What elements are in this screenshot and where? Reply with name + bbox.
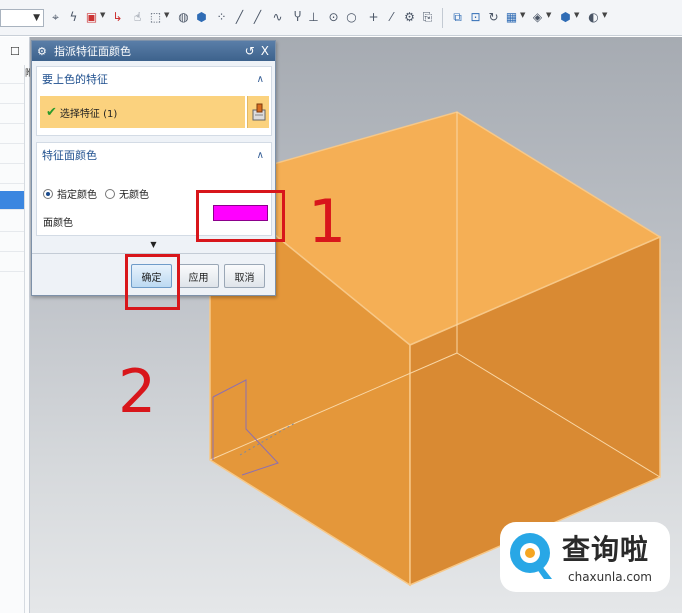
rotate-icon[interactable]: ↻ — [486, 9, 501, 25]
annotation-box-2 — [125, 254, 180, 310]
navigator-row[interactable] — [0, 213, 24, 232]
lasso-icon[interactable]: ϟ — [66, 9, 81, 25]
selection-filter-dropdown[interactable]: ▼ — [0, 9, 44, 27]
main-toolbar: ▼ ⌖ ϟ ▣ ▼ ↳ ☝ ⬚ ▼ ◍ ⬢ ⁘ ╱ ╱ ∿ Ⴤ ⊥ ⊙ ○ + … — [0, 0, 682, 36]
watermark-logo-icon — [510, 533, 552, 579]
dropdown-icon[interactable]: ▼ — [164, 11, 169, 19]
annotation-number-1: 1 — [308, 187, 347, 257]
specify-color-radio[interactable] — [43, 188, 53, 199]
circle2-icon[interactable]: ○ — [344, 9, 359, 25]
dialog-title-bar[interactable]: ⚙ 指派特征面颜色 ↺ X — [32, 41, 275, 61]
scatter-icon[interactable]: ⁘ — [214, 9, 229, 25]
gear-icon[interactable]: ⚙ — [402, 9, 417, 25]
specify-color-label: 指定颜色 — [57, 190, 97, 201]
cube-icon[interactable]: ⬢ — [194, 9, 209, 25]
circle-icon[interactable]: ⊙ — [326, 9, 341, 25]
fit-view-icon[interactable]: ⧉ — [450, 9, 465, 25]
annotation-box-1 — [196, 190, 285, 242]
section-title: 特征面颜色 — [42, 149, 97, 162]
face-color-label: 面颜色 — [43, 218, 73, 229]
navigator-row[interactable] — [0, 125, 24, 144]
dialog-title: 指派特征面颜色 — [54, 45, 131, 58]
navigator-row[interactable] — [0, 145, 24, 164]
dropdown-icon[interactable]: ▼ — [520, 11, 525, 19]
line-icon[interactable]: ╱ — [232, 9, 247, 25]
render-icon[interactable]: ◈ — [530, 9, 545, 25]
axis-icon[interactable]: ⊥ — [306, 9, 321, 25]
snap-icon[interactable]: ⌖ — [48, 9, 63, 25]
no-color-radio[interactable] — [105, 188, 115, 199]
rect-select-icon[interactable]: ⬚ — [148, 9, 163, 25]
navigator-row[interactable] — [0, 165, 24, 184]
gear-icon[interactable]: ⚙ — [37, 45, 49, 58]
dropdown-icon[interactable]: ▼ — [546, 11, 551, 19]
no-color-label: 无颜色 — [119, 190, 149, 201]
cancel-button[interactable]: 取消 — [224, 264, 265, 288]
curve-icon[interactable]: ∿ — [270, 9, 285, 25]
transform-icon[interactable]: ↳ — [110, 9, 125, 25]
section-title: 要上色的特征 — [42, 73, 108, 86]
features-to-color-section: 要上色的特征 ∧ ✔ 选择特征 (1) — [36, 66, 272, 136]
slash-icon[interactable]: ⁄ — [384, 9, 399, 25]
cursor-icon[interactable]: ☝ — [130, 9, 145, 25]
part-navigator-strip: ☐ 附 — [0, 37, 34, 613]
apply-button[interactable]: 应用 — [178, 264, 219, 288]
chevron-down-icon: ▼ — [33, 13, 40, 23]
color-mode-radio-group: 指定颜色 无颜色 — [43, 186, 149, 201]
navigator-row-selected[interactable] — [0, 191, 24, 210]
select-feature-row[interactable]: ✔ 选择特征 (1) — [40, 96, 245, 128]
doc-icon[interactable]: ⎘ — [420, 9, 435, 25]
navigator-row[interactable] — [0, 65, 24, 84]
select-box-icon[interactable]: ▣ — [84, 9, 99, 25]
plus-icon[interactable]: + — [366, 9, 381, 25]
layer-icon[interactable]: ▦ — [504, 9, 519, 25]
dropdown-icon[interactable]: ▼ — [100, 11, 105, 19]
watermark-url: chaxunla.com — [568, 570, 652, 584]
panel-toggle-icon[interactable]: ☐ — [10, 45, 20, 58]
navigator-row[interactable] — [0, 105, 24, 124]
point-icon[interactable]: Ⴤ — [290, 9, 305, 25]
more-options-icon[interactable]: ▼ — [32, 240, 275, 254]
reset-icon[interactable]: ↺ — [245, 44, 255, 58]
select-feature-label: 选择特征 (1) — [59, 108, 118, 120]
section-header[interactable]: 要上色的特征 ∧ — [37, 67, 271, 91]
feature-icon — [252, 103, 265, 121]
dropdown-icon[interactable]: ▼ — [602, 11, 607, 19]
watermark: 查询啦 chaxunla.com — [500, 522, 670, 592]
collapse-icon[interactable]: ∧ — [257, 74, 264, 85]
checkmark-icon: ✔ — [46, 104, 57, 120]
shaded-cube-icon[interactable]: ⬢ — [558, 9, 573, 25]
feature-select-button[interactable] — [247, 96, 269, 128]
toolbar-separator — [442, 8, 443, 28]
navigator-row[interactable] — [0, 85, 24, 104]
section-header[interactable]: 特征面颜色 ∧ — [37, 143, 271, 167]
dropdown-icon[interactable]: ▼ — [574, 11, 579, 19]
visibility-icon[interactable]: ◐ — [586, 9, 601, 25]
sphere-icon[interactable]: ◍ — [176, 9, 191, 25]
annotation-number-2: 2 — [118, 357, 157, 427]
line2-icon[interactable]: ╱ — [250, 9, 265, 25]
watermark-title: 查询啦 — [562, 533, 650, 566]
navigator-row[interactable] — [0, 233, 24, 252]
collapse-icon[interactable]: ∧ — [257, 150, 264, 161]
zoom-icon[interactable]: ⊡ — [468, 9, 483, 25]
close-icon[interactable]: X — [261, 44, 269, 58]
navigator-row[interactable] — [0, 253, 24, 272]
